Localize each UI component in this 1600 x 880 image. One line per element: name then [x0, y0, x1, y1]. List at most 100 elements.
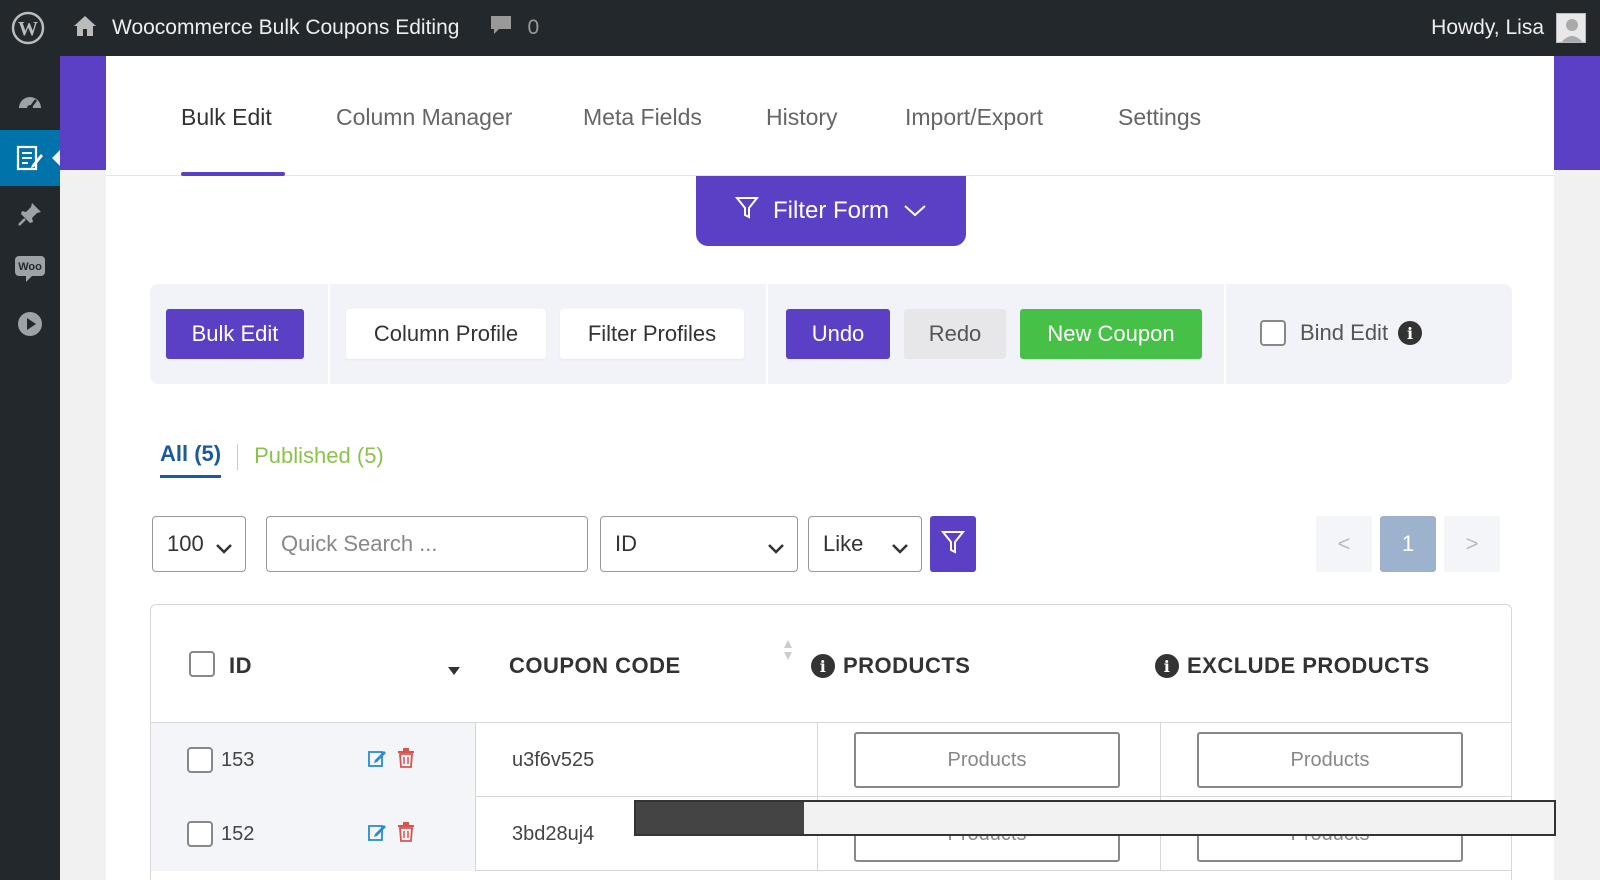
search-operator-select[interactable]: Like — [808, 516, 922, 572]
user-account-menu[interactable]: Howdy, Lisa — [1431, 0, 1586, 56]
new-coupon-button[interactable]: New Coupon — [1020, 309, 1202, 359]
horizontal-scrollbar[interactable] — [634, 800, 1556, 836]
delete-icon[interactable] — [397, 822, 415, 848]
site-title: Woocommerce Bulk Coupons Editing — [112, 16, 460, 39]
tab-settings[interactable]: Settings — [1118, 104, 1201, 131]
column-header-exclude-products-label: EXCLUDE PRODUCTS — [1187, 653, 1430, 678]
redo-button[interactable]: Redo — [904, 309, 1006, 359]
status-divider — [237, 443, 239, 470]
column-header-id[interactable]: ID — [229, 653, 252, 679]
info-icon[interactable]: i — [1155, 654, 1179, 678]
toolbar-divider — [1224, 284, 1226, 384]
pin-icon[interactable] — [0, 186, 60, 242]
woocommerce-icon[interactable]: Woo — [0, 240, 60, 296]
search-field-value: ID — [615, 531, 637, 556]
current-page-button[interactable]: 1 — [1380, 516, 1436, 572]
filter-form-label: Filter Form — [773, 197, 889, 224]
per-page-select[interactable]: 100 — [152, 516, 246, 572]
column-header-exclude-products[interactable]: i EXCLUDE PRODUCTS — [1155, 653, 1430, 679]
chevron-down-icon — [903, 197, 927, 225]
svg-text:Woo: Woo — [18, 261, 42, 273]
prev-page-button[interactable]: < — [1316, 516, 1372, 572]
bulk-edit-button[interactable]: Bulk Edit — [166, 309, 304, 359]
edit-icon[interactable] — [0, 130, 60, 186]
column-header-products[interactable]: i PRODUCTS — [811, 653, 970, 679]
comments-link[interactable]: 0 — [489, 13, 539, 43]
status-published-link[interactable]: Published (5) — [254, 443, 384, 477]
admin-side-menu: Woo — [0, 56, 60, 880]
wordpress-logo-icon[interactable]: W — [0, 0, 56, 56]
coupon-code-cell[interactable]: u3f6v525 — [476, 723, 818, 797]
tab-meta-fields[interactable]: Meta Fields — [583, 104, 702, 131]
coupon-id: 152 — [221, 822, 255, 845]
products-cell: Products — [818, 723, 1161, 797]
undo-button[interactable]: Undo — [786, 309, 890, 359]
row-checkbox[interactable] — [187, 821, 213, 847]
quick-search-placeholder: Quick Search ... — [281, 531, 438, 556]
select-all-checkbox[interactable] — [189, 651, 215, 677]
coupon-code: u3f6v525 — [512, 748, 595, 771]
products-button[interactable]: Products — [854, 732, 1120, 788]
toolbar-divider — [766, 284, 768, 384]
toolbar-divider — [328, 284, 330, 384]
avatar — [1556, 13, 1586, 43]
filter-form-toggle[interactable]: Filter Form — [696, 176, 966, 246]
main-tabs: Bulk Edit Column Manager Meta Fields His… — [106, 56, 1554, 176]
exclude-products-cell: Products — [1161, 723, 1511, 797]
svg-text:W: W — [18, 18, 38, 40]
column-header-products-label: PRODUCTS — [843, 653, 971, 678]
chevron-down-icon — [891, 535, 909, 561]
comment-icon — [489, 13, 513, 43]
tab-history[interactable]: History — [766, 104, 838, 131]
tab-column-manager[interactable]: Column Manager — [336, 104, 512, 131]
scrollbar-thumb[interactable] — [636, 802, 804, 834]
delete-icon[interactable] — [397, 748, 415, 774]
bind-edit-control: Bind Edit i — [1260, 320, 1423, 346]
exclude-products-button[interactable]: Products — [1197, 732, 1463, 788]
status-filter: All (5) Published (5) — [160, 441, 384, 478]
sort-icon[interactable] — [783, 639, 793, 666]
howdy-text: Howdy, Lisa — [1431, 16, 1544, 39]
bind-edit-checkbox[interactable] — [1260, 320, 1286, 346]
plugin-panel: Bulk Edit Column Manager Meta Fields His… — [106, 56, 1554, 880]
admin-bar: W Woocommerce Bulk Coupons Editing 0 How… — [0, 0, 1600, 56]
filter-profiles-button[interactable]: Filter Profiles — [560, 309, 744, 359]
funnel-icon — [734, 195, 760, 228]
coupons-table: ID COUPON CODE i PRODUCTS i EXCLUDE PROD… — [150, 604, 1512, 880]
table-row: 153 u3f6v525 Products Products — [151, 723, 1511, 797]
tab-bulk-edit[interactable]: Bulk Edit — [181, 104, 272, 131]
tab-import-export[interactable]: Import/Export — [905, 104, 1043, 131]
search-field-select[interactable]: ID — [600, 516, 798, 572]
per-page-value: 100 — [167, 531, 204, 556]
status-all-link[interactable]: All (5) — [160, 441, 222, 478]
column-header-coupon-code-label: COUPON CODE — [509, 653, 681, 678]
active-tab-indicator — [181, 172, 285, 176]
edit-icon[interactable] — [367, 748, 387, 774]
site-home-link[interactable]: Woocommerce Bulk Coupons Editing — [72, 13, 459, 44]
column-profile-button[interactable]: Column Profile — [346, 309, 546, 359]
id-cell: 153 — [151, 723, 476, 797]
comments-count: 0 — [527, 16, 540, 39]
sort-desc-icon[interactable] — [447, 663, 461, 681]
action-toolbar: Bulk Edit Column Profile Filter Profiles… — [150, 284, 1512, 384]
coupon-code: 3bd28uj4 — [512, 822, 595, 845]
apply-filter-button[interactable] — [930, 516, 976, 572]
table-header: ID COUPON CODE i PRODUCTS i EXCLUDE PROD… — [151, 605, 1511, 723]
funnel-icon — [940, 528, 966, 561]
media-play-icon[interactable] — [0, 296, 60, 352]
home-icon — [72, 13, 98, 44]
chevron-down-icon — [215, 535, 233, 561]
row-checkbox[interactable] — [187, 747, 213, 773]
search-operator-value: Like — [823, 531, 864, 556]
quick-search-input[interactable]: Quick Search ... — [266, 516, 588, 572]
column-header-id-label: ID — [229, 653, 252, 678]
coupon-id: 153 — [221, 748, 255, 771]
edit-icon[interactable] — [367, 822, 387, 848]
info-icon[interactable]: i — [1398, 321, 1423, 345]
info-icon[interactable]: i — [811, 654, 835, 678]
id-cell: 152 — [151, 797, 476, 871]
chevron-down-icon — [767, 535, 785, 561]
next-page-button[interactable]: > — [1444, 516, 1500, 572]
column-header-coupon-code[interactable]: COUPON CODE — [509, 653, 681, 679]
dashboard-icon[interactable] — [0, 74, 60, 130]
